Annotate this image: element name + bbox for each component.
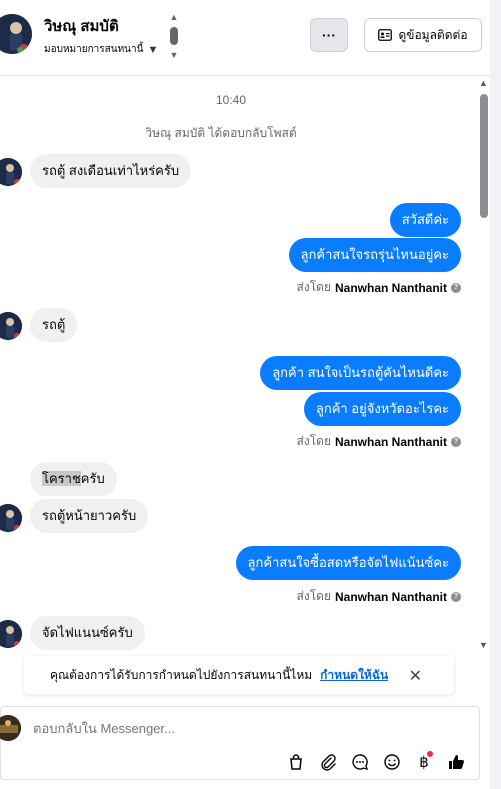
nav-handle[interactable] (170, 27, 178, 45)
sender-avatar[interactable] (0, 158, 22, 186)
incoming-message[interactable]: รถตู้ สงเดือนเท่าไหร่ครับ (30, 154, 192, 188)
message-timestamp: 10:40 (215, 93, 247, 107)
assign-label: มอบหมายการสนทนานี้ (44, 44, 144, 55)
notification-dot (427, 751, 433, 757)
incoming-message[interactable]: โคราชครับ (30, 462, 117, 496)
info-icon[interactable]: ? (451, 591, 461, 602)
highlighted-text: โคราช (42, 471, 81, 486)
sender-name: Nanwhan Nanthanit (334, 434, 447, 449)
caret-up-icon[interactable]: ▲ (170, 12, 179, 22)
sent-by-prefix: ส่งโดย (296, 589, 331, 603)
sent-by-prefix: ส่งโดย (296, 280, 331, 294)
message-text: ครับ (80, 471, 105, 486)
caret-down-icon[interactable]: ▼ (170, 50, 179, 60)
outgoing-message[interactable]: ลูกค้า สนใจเป็นรถตู้คันไหนดีคะ (260, 356, 461, 390)
incoming-message[interactable]: รถตู้ (30, 308, 78, 342)
contact-info-label: ดูข้อมูลติดต่อ (398, 27, 468, 42)
page-avatar (0, 715, 21, 741)
info-icon[interactable]: ? (451, 436, 461, 447)
conversation-nav-control[interactable]: ▲ ▼ (168, 12, 180, 60)
page-gutter (490, 0, 501, 789)
baht-icon[interactable]: ฿ (413, 751, 435, 773)
sent-by-label: ส่งโดย Nanwhan Nanthanit ? (297, 278, 461, 297)
scroll-up-icon[interactable]: ▲ (479, 78, 488, 88)
system-note: วิษณุ สมบัติ ได้ตอบกลับโพสต์ (145, 126, 297, 140)
shopping-bag-icon[interactable] (285, 751, 307, 773)
sent-by-label: ส่งโดย Nanwhan Nanthanit ? (297, 587, 461, 606)
contact-card-icon (378, 29, 393, 41)
sender-avatar[interactable] (0, 504, 22, 532)
outgoing-message[interactable]: สวัสดีค่ะ (389, 203, 461, 237)
thumbs-up-icon[interactable] (445, 751, 467, 773)
view-contact-info-button[interactable]: ดูข้อมูลติดต่อ (364, 18, 482, 52)
paperclip-icon[interactable] (317, 751, 339, 773)
incoming-message[interactable]: รถตู้หน้ายาวครับ (30, 499, 149, 533)
notice-text: คุณต้องการได้รับการกำหนดไปยังการสนทนานี้… (50, 667, 313, 682)
sender-avatar[interactable] (0, 620, 22, 648)
sender-avatar[interactable] (0, 312, 22, 340)
composer-toolbar: ฿ (285, 751, 467, 773)
conversation-header: วิษณุ สมบัติ มอบหมายการสนทนานี้ ▼ ▲ ▼ ··… (0, 0, 490, 76)
more-icon: ··· (322, 27, 336, 43)
sender-name: Nanwhan Nanthanit (334, 589, 447, 604)
outgoing-message[interactable]: ลูกค้า อยู่จังหวัดอะไรคะ (303, 392, 461, 426)
scroll-down-icon[interactable]: ▼ (479, 640, 488, 650)
thread-scrollbar[interactable]: ▲ ▼ (478, 78, 490, 652)
info-icon[interactable]: ? (451, 282, 461, 293)
incoming-message[interactable]: จัดไฟแนนซ์ครับ (30, 616, 145, 650)
scrollbar-thumb[interactable] (480, 94, 488, 218)
caret-down-icon: ▼ (147, 43, 159, 56)
message-composer: ฿ (0, 706, 480, 780)
contact-name[interactable]: วิษณุ สมบัติ (44, 14, 119, 38)
assign-dropdown[interactable]: มอบหมายการสนทนานี้ ▼ (44, 42, 158, 57)
contact-avatar[interactable] (0, 14, 32, 54)
assign-notice-bar: คุณต้องการได้รับการกำหนดไปยังการสนทนานี้… (24, 656, 454, 694)
outgoing-message[interactable]: ลูกค้าสนใจซื้อสดหรือจัดไฟแน้นซ์คะ (235, 546, 461, 580)
sent-by-prefix: ส่งโดย (296, 434, 331, 448)
sent-by-label: ส่งโดย Nanwhan Nanthanit ? (297, 432, 461, 451)
more-options-button[interactable]: ··· (310, 18, 348, 52)
emoji-icon[interactable] (381, 751, 403, 773)
close-icon[interactable]: ✕ (409, 666, 422, 686)
sender-name: Nanwhan Nanthanit (334, 280, 447, 295)
saved-reply-icon[interactable] (349, 751, 371, 773)
reply-input[interactable] (33, 721, 433, 736)
assign-to-me-link[interactable]: กำหนดให้ฉัน (320, 666, 388, 685)
outgoing-message[interactable]: ลูกค้าสนใจรถรุ่นไหนอยู่คะ (288, 238, 461, 272)
